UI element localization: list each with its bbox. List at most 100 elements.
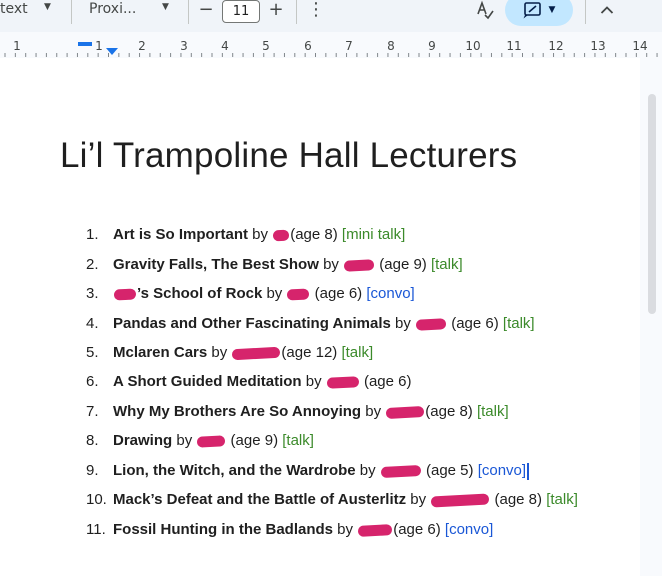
by-label: by <box>207 344 232 361</box>
redaction-mark <box>380 464 422 478</box>
list-item-content: Gravity Falls, The Best Show by (age 9) … <box>113 256 463 273</box>
ruler-label: 5 <box>262 39 270 53</box>
by-label: by <box>355 462 380 479</box>
dropdown-caret-icon[interactable]: ▼ <box>44 2 51 12</box>
font-family-label: Proxi... <box>89 1 137 17</box>
list-item-content: Pandas and Other Fascinating Animals by … <box>113 315 535 332</box>
age-label: (age 12) <box>281 344 338 361</box>
by-label: by <box>172 432 197 449</box>
list-item-content: A Short Guided Meditation by (age 6) <box>113 373 412 390</box>
list-item-content: Fossil Hunting in the Badlands by (age 6… <box>113 521 493 538</box>
ruler-label: 12 <box>548 39 563 53</box>
text-cursor <box>527 462 530 480</box>
format-tag: [mini talk] <box>341 226 406 243</box>
redaction-mark <box>326 375 360 389</box>
lecture-title: Why My Brothers Are So Annoying <box>113 403 362 420</box>
lecture-title: Pandas and Other Fascinating Animals <box>113 315 391 332</box>
increase-font-size-button[interactable]: + <box>266 0 286 20</box>
age-label: (age 6) <box>447 315 499 332</box>
ruler-label: 8 <box>387 39 395 53</box>
lecture-title: ’s School of Rock <box>137 285 263 302</box>
by-label: by <box>318 256 344 273</box>
list-number: 3. <box>86 285 99 302</box>
list-number: 7. <box>86 403 99 420</box>
by-label: by <box>262 285 287 302</box>
spellcheck-button[interactable] <box>474 0 496 22</box>
age-label: (age 6) <box>393 521 441 538</box>
plus-icon: + <box>268 0 284 20</box>
lecture-title: Lion, the Witch, and the Wardrobe <box>113 462 356 479</box>
by-label: by <box>390 315 416 332</box>
format-tag: [talk] <box>341 344 374 361</box>
decrease-font-size-button[interactable]: − <box>196 0 216 20</box>
redaction-mark <box>415 317 447 331</box>
lecture-title: Drawing <box>113 432 173 449</box>
ruler-label: 6 <box>304 39 312 53</box>
scrollbar-thumb[interactable] <box>648 94 656 314</box>
ruler-label: 14 <box>632 39 647 53</box>
format-tag: [convo] <box>444 521 494 538</box>
redaction-mark <box>113 287 137 301</box>
list-item-content: Mclaren Cars by (age 12) [talk] <box>113 344 373 361</box>
age-label: (age 8) <box>425 403 473 420</box>
toolbar-divider <box>71 0 72 24</box>
lecture-title: A Short Guided Meditation <box>113 373 302 390</box>
left-indent-marker[interactable] <box>106 48 118 55</box>
font-size-value: 11 <box>232 4 250 19</box>
list-item-content: ’s School of Rock by (age 6) [convo] <box>113 285 415 302</box>
lecture-title: Fossil Hunting in the Badlands <box>113 521 334 538</box>
redaction-mark <box>357 523 393 537</box>
age-label: (age 6) <box>310 285 363 302</box>
redaction-mark <box>197 434 226 448</box>
format-tag: [talk] <box>476 403 509 420</box>
redaction-mark <box>272 229 290 241</box>
lecture-title: Art is So Important <box>113 226 249 243</box>
lecture-title: Mclaren Cars <box>113 344 208 361</box>
by-label: by <box>301 373 326 390</box>
lecture-title: Gravity Falls, The Best Show <box>113 256 319 273</box>
toolbar-divider <box>188 0 189 24</box>
by-label: by <box>333 521 358 538</box>
more-vert-icon: ⋮ <box>307 0 325 20</box>
ruler-label: 3 <box>180 39 188 53</box>
first-line-indent-marker[interactable] <box>78 42 92 46</box>
list-number: 5. <box>86 344 99 361</box>
list-number: 6. <box>86 373 99 390</box>
age-label: (age 8) <box>490 491 543 508</box>
minus-icon: − <box>198 0 214 20</box>
list-item-content: Mack’s Defeat and the Battle of Austerli… <box>113 491 578 508</box>
format-tag: [talk] <box>282 432 314 449</box>
format-tag: [convo] <box>366 285 415 302</box>
ruler-label: 1 <box>13 39 21 53</box>
ruler-scale: 1 1 2 3 4 5 6 7 8 9 10 11 12 13 14 <box>4 39 658 57</box>
hide-menus-button[interactable] <box>596 0 618 22</box>
list-number: 1. <box>86 226 99 243</box>
redaction-mark <box>343 258 375 272</box>
format-tag: [talk] <box>546 491 578 508</box>
more-options-button[interactable]: ⋮ <box>306 0 326 20</box>
dropdown-caret-icon[interactable]: ▼ <box>162 2 169 12</box>
ruler-label: 2 <box>138 39 146 53</box>
spellcheck-icon <box>477 0 494 20</box>
chevron-up-icon <box>600 6 614 14</box>
list-number: 2. <box>86 256 99 273</box>
redaction-mark <box>232 346 281 360</box>
age-label: (age 6) <box>359 373 412 390</box>
age-label: (age 9) <box>226 432 279 449</box>
ruler-label: 11 <box>506 39 521 53</box>
ruler-label: 10 <box>465 39 480 53</box>
redaction-mark <box>431 493 490 508</box>
editing-mode-button[interactable]: ▼ <box>505 0 573 26</box>
dropdown-caret-icon: ▼ <box>548 5 556 15</box>
by-label: by <box>361 403 386 420</box>
list-number: 11. <box>86 521 106 538</box>
paragraph-style-dropdown[interactable]: text <box>0 0 28 20</box>
horizontal-ruler[interactable]: 1 1 2 3 4 5 6 7 8 9 10 11 12 13 14 <box>0 32 662 58</box>
lecture-title: Mack’s Defeat and the Battle of Austerli… <box>113 491 407 508</box>
format-tag: [talk] <box>502 315 535 332</box>
age-label: (age 5) <box>421 462 474 479</box>
font-size-input[interactable]: 11 <box>222 0 260 23</box>
list-number: 4. <box>86 315 99 332</box>
ruler-label: 9 <box>428 39 436 53</box>
font-family-dropdown[interactable]: Proxi... <box>89 0 136 20</box>
